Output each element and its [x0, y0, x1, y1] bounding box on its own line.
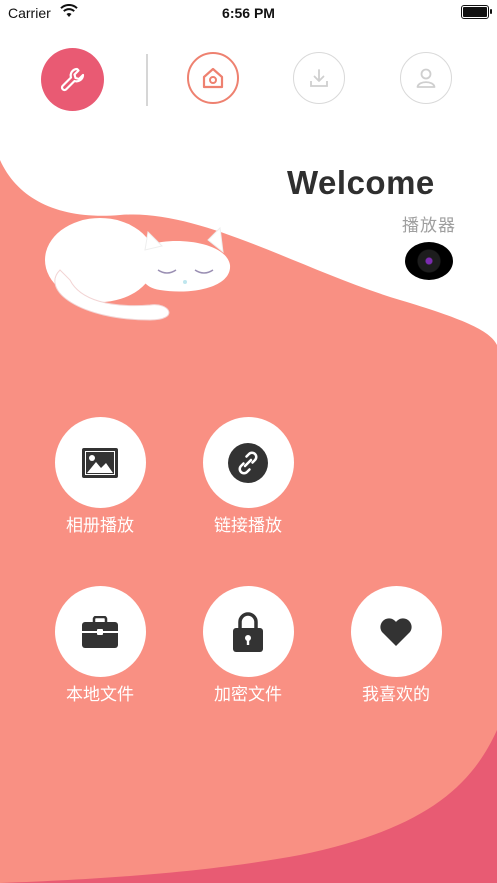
briefcase-icon [82, 615, 118, 648]
user-icon [416, 68, 436, 88]
favorites-tile[interactable]: 我喜欢的 [341, 586, 451, 705]
encrypted-files-button[interactable] [202, 586, 294, 677]
battery-icon [461, 5, 492, 19]
encrypted-files-tile[interactable]: 加密文件 [193, 586, 303, 705]
download-button[interactable] [293, 52, 345, 104]
download-icon [310, 69, 328, 87]
link-play-label: 链接播放 [214, 516, 282, 535]
camera-lens-graphic [405, 242, 453, 280]
album-play-tile[interactable]: 相册播放 [45, 417, 155, 536]
profile-button[interactable] [400, 52, 452, 104]
favorites-label: 我喜欢的 [362, 685, 430, 704]
nav-divider [146, 54, 148, 106]
lock-icon [233, 611, 263, 652]
heart-icon [380, 617, 412, 646]
album-play-label: 相册播放 [66, 516, 134, 535]
wrench-icon [60, 67, 84, 91]
album-play-button[interactable] [54, 417, 146, 508]
status-time: 6:56 PM [222, 5, 275, 21]
favorites-button[interactable] [350, 586, 442, 677]
settings-button[interactable] [41, 48, 104, 111]
image-icon [82, 447, 118, 478]
link-play-tile[interactable]: 链接播放 [193, 417, 303, 536]
link-icon [228, 442, 268, 483]
link-play-button[interactable] [202, 417, 294, 508]
local-files-label: 本地文件 [66, 685, 134, 704]
encrypted-files-label: 加密文件 [214, 685, 282, 704]
home-button[interactable] [187, 52, 239, 104]
player-subtitle: 播放器 [402, 216, 456, 235]
local-files-button[interactable] [54, 586, 146, 677]
local-files-tile[interactable]: 本地文件 [45, 586, 155, 705]
home-icon [202, 67, 224, 89]
status-bar: Carrier 6:56 PM [0, 0, 497, 26]
welcome-title: Welcome [287, 164, 435, 201]
sleeping-cat-illustration [45, 218, 231, 321]
